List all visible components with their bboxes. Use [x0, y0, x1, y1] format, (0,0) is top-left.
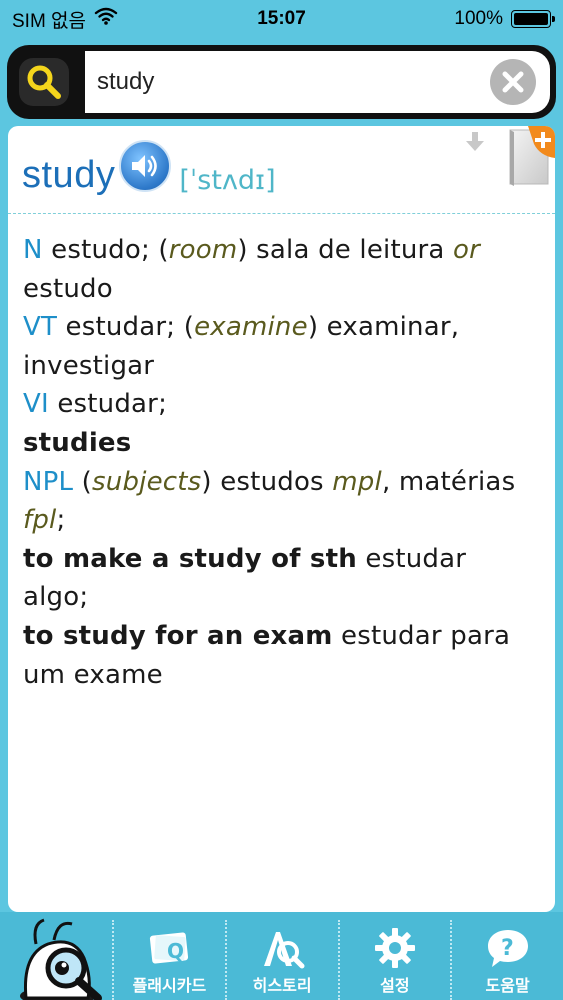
tab-bar: Q 플래시카드 히스토리 설정 ? 도움말 [0, 912, 563, 1000]
definition-text: estudar para [332, 620, 511, 651]
definition-line: um exame [23, 656, 543, 695]
tab-label: 설정 [380, 976, 410, 995]
tabs: Q 플래시카드 히스토리 설정 ? 도움말 [112, 920, 563, 1000]
help-icon: ? [484, 926, 532, 970]
tab-label: 히스토리 [252, 976, 312, 995]
definition-line: fpl; [23, 501, 543, 540]
tab-history[interactable]: 히스토리 [224, 920, 338, 1000]
battery-percent: 100% [454, 8, 503, 29]
phrase-headword: studies [23, 427, 132, 458]
flashcard-icon: Q [145, 926, 193, 970]
svg-text:?: ? [501, 936, 514, 961]
pos-label[interactable]: NPL [23, 467, 73, 497]
tab-help[interactable]: ? 도움말 [450, 920, 563, 1000]
status-right: 100% [454, 8, 555, 30]
battery-fill [514, 13, 548, 25]
definition-italic: or [453, 235, 481, 265]
definition-text: um exame [23, 659, 163, 690]
definition-text: ) examinar, [307, 312, 460, 343]
headword: study [22, 153, 116, 196]
definition-line: studies [23, 424, 543, 463]
definition-line: algo; [23, 578, 543, 617]
battery-icon [511, 10, 555, 28]
definition-italic: room [168, 235, 238, 265]
definition-line: VI estudar; [23, 385, 543, 424]
tab-flashcard[interactable]: Q 플래시카드 [112, 920, 225, 1000]
definition-line: to study for an exam estudar para [23, 617, 543, 656]
definition-italic: fpl [23, 505, 57, 536]
search-field [85, 51, 550, 113]
add-flashcard-icon[interactable] [504, 126, 555, 188]
gear-icon [371, 926, 419, 970]
clear-button[interactable] [490, 59, 536, 105]
definition-text: ( [73, 466, 93, 497]
definition-line: NPL (subjects) estudos mpl, matérias [23, 463, 543, 502]
phrase-headword: to study for an exam [23, 620, 333, 651]
clear-icon [502, 71, 524, 93]
definition-text: ; [56, 505, 66, 536]
definition-line: N estudo; (room) sala de leitura or [23, 231, 543, 270]
speaker-icon[interactable] [119, 140, 172, 192]
phrase-headword: to make a study of sth [23, 543, 357, 574]
mascot-logo[interactable] [18, 914, 110, 1000]
tab-label: 도움말 [485, 976, 530, 995]
history-icon [258, 926, 306, 970]
entry-card: study [ˈstʌdɪ] N estudo; (room) sala de … [8, 126, 555, 912]
definition-text: investigar [23, 350, 155, 381]
headword-row: study [ˈstʌdɪ] [22, 140, 492, 210]
search-icon[interactable] [19, 58, 69, 106]
definition-text: estudo [23, 273, 113, 304]
pos-label[interactable]: N [23, 235, 43, 265]
tab-label: 플래시카드 [132, 976, 207, 995]
search-bar [7, 45, 556, 119]
definition-line: to make a study of sth estudar [23, 540, 543, 579]
separator [8, 213, 555, 214]
definition-line: investigar [23, 347, 543, 386]
definition-text: ) sala de leitura [237, 235, 454, 265]
status-bar: SIM 없음 15:07 100% [0, 0, 563, 38]
pos-label[interactable]: VT [23, 312, 57, 342]
definition-text: estudo; ( [42, 235, 169, 265]
definition-text: ) estudos [201, 466, 333, 497]
status-left: SIM 없음 [12, 6, 118, 33]
svg-text:Q: Q [167, 939, 184, 963]
definition-line: estudo [23, 270, 543, 309]
definition-italic: mpl [332, 466, 382, 497]
definition-text: estudar [356, 543, 467, 574]
definition-line: VT estudar; (examine) examinar, [23, 308, 543, 347]
pos-label[interactable]: VI [23, 389, 49, 419]
definition-body: N estudo; (room) sala de leitura or estu… [23, 231, 543, 694]
tab-settings[interactable]: 설정 [337, 920, 451, 1000]
definition-text: estudar; [48, 389, 168, 420]
wifi-icon [94, 7, 118, 31]
search-input[interactable] [97, 51, 487, 113]
carrier-label: SIM 없음 [12, 10, 87, 32]
definition-text: , matérias [381, 466, 516, 497]
definition-text: estudar; ( [57, 312, 195, 343]
definition-text: algo; [23, 582, 89, 613]
down-arrow-icon[interactable] [463, 130, 487, 154]
pronunciation: [ˈstʌdɪ] [179, 164, 276, 196]
definition-italic: examine [194, 312, 308, 343]
definition-italic: subjects [92, 466, 202, 497]
